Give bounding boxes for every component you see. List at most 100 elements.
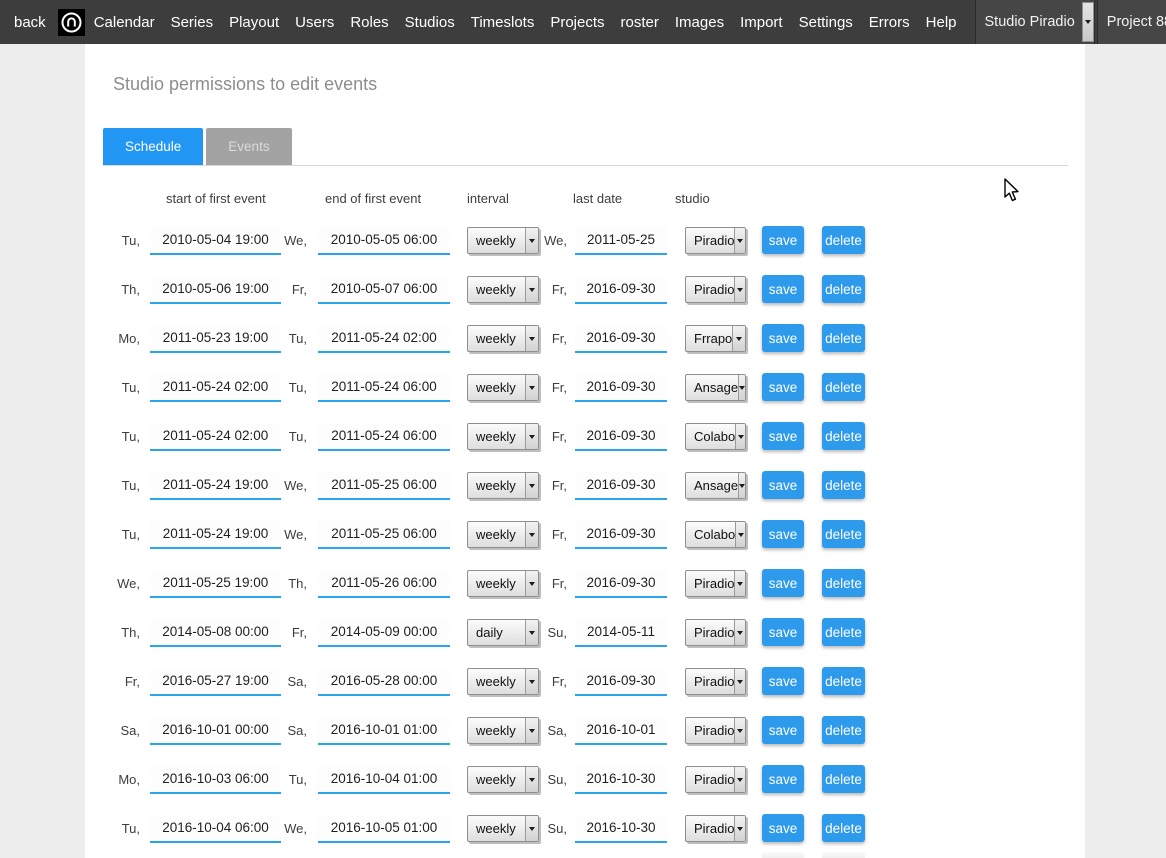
save-button[interactable]: save: [762, 667, 804, 695]
interval-select[interactable]: weekly: [467, 472, 539, 499]
project-dropdown[interactable]: Project 88vier: [1097, 0, 1166, 44]
delete-button[interactable]: delete: [822, 471, 865, 499]
interval-select[interactable]: daily: [467, 619, 539, 646]
delete-button[interactable]: delete: [822, 814, 865, 842]
end-datetime-input[interactable]: [318, 815, 450, 843]
interval-select[interactable]: weekly: [467, 570, 539, 597]
last-date-input[interactable]: [575, 668, 667, 696]
save-button[interactable]: save: [762, 520, 804, 548]
back-link[interactable]: back: [14, 14, 46, 31]
nav-item-timeslots[interactable]: Timeslots: [471, 14, 535, 31]
delete-button[interactable]: delete: [822, 275, 865, 303]
end-datetime-input[interactable]: [318, 374, 450, 402]
end-datetime-input[interactable]: [318, 472, 450, 500]
studio-select[interactable]: Piradio: [685, 276, 746, 303]
delete-button[interactable]: delete: [822, 667, 865, 695]
interval-select[interactable]: weekly: [467, 374, 539, 401]
end-datetime-input[interactable]: [318, 619, 450, 647]
save-button[interactable]: save: [762, 618, 804, 646]
save-button[interactable]: save: [762, 569, 804, 597]
delete-button[interactable]: delete: [822, 373, 865, 401]
nav-item-roster[interactable]: roster: [621, 14, 659, 31]
nav-item-images[interactable]: Images: [675, 14, 724, 31]
save-button[interactable]: save: [762, 716, 804, 744]
studio-select[interactable]: Piradio: [685, 668, 746, 695]
studio-select[interactable]: Piradio: [685, 570, 746, 597]
nav-item-calendar[interactable]: Calendar: [94, 14, 155, 31]
radio-logo-icon[interactable]: [58, 9, 85, 36]
delete-button[interactable]: delete: [822, 618, 865, 646]
save-button[interactable]: save: [762, 275, 804, 303]
interval-select[interactable]: weekly: [467, 521, 539, 548]
studio-select[interactable]: Colabo: [685, 521, 746, 548]
start-datetime-input[interactable]: [150, 766, 281, 794]
interval-select[interactable]: weekly: [467, 668, 539, 695]
save-button[interactable]: save: [762, 373, 804, 401]
nav-item-help[interactable]: Help: [926, 14, 957, 31]
last-date-input[interactable]: [575, 619, 667, 647]
interval-select[interactable]: weekly: [467, 766, 539, 793]
save-button[interactable]: save: [762, 471, 804, 499]
end-datetime-input[interactable]: [318, 766, 450, 794]
studio-select[interactable]: Frrapo: [685, 325, 746, 352]
save-button[interactable]: save: [762, 422, 804, 450]
nav-item-studios[interactable]: Studios: [405, 14, 455, 31]
last-date-input[interactable]: [575, 766, 667, 794]
interval-select[interactable]: weekly: [467, 815, 539, 842]
last-date-input[interactable]: [575, 227, 667, 255]
nav-item-playout[interactable]: Playout: [229, 14, 279, 31]
nav-item-roles[interactable]: Roles: [350, 14, 388, 31]
save-button[interactable]: save: [762, 226, 804, 254]
delete-button[interactable]: delete: [822, 716, 865, 744]
nav-item-projects[interactable]: Projects: [550, 14, 604, 31]
start-datetime-input[interactable]: [150, 815, 281, 843]
start-datetime-input[interactable]: [150, 423, 281, 451]
studio-select[interactable]: Piradio: [685, 815, 746, 842]
delete-button[interactable]: delete: [822, 324, 865, 352]
save-button[interactable]: save: [762, 324, 804, 352]
delete-button[interactable]: delete: [822, 569, 865, 597]
nav-item-series[interactable]: Series: [171, 14, 214, 31]
studio-select[interactable]: Piradio: [685, 717, 746, 744]
start-datetime-input[interactable]: [150, 227, 281, 255]
interval-select[interactable]: weekly: [467, 717, 539, 744]
end-datetime-input[interactable]: [318, 227, 450, 255]
last-date-input[interactable]: [575, 521, 667, 549]
studio-select[interactable]: Piradio: [685, 227, 746, 254]
nav-item-import[interactable]: Import: [740, 14, 783, 31]
nav-item-settings[interactable]: Settings: [799, 14, 853, 31]
start-datetime-input[interactable]: [150, 668, 281, 696]
end-datetime-input[interactable]: [318, 325, 450, 353]
interval-select[interactable]: weekly: [467, 227, 539, 254]
tab-schedule[interactable]: Schedule: [103, 128, 203, 165]
start-datetime-input[interactable]: [150, 521, 281, 549]
last-date-input[interactable]: [575, 472, 667, 500]
last-date-input[interactable]: [575, 423, 667, 451]
studio-select[interactable]: Piradio: [685, 619, 746, 646]
start-datetime-input[interactable]: [150, 276, 281, 304]
start-datetime-input[interactable]: [150, 374, 281, 402]
end-datetime-input[interactable]: [318, 423, 450, 451]
last-date-input[interactable]: [575, 717, 667, 745]
start-datetime-input[interactable]: [150, 325, 281, 353]
last-date-input[interactable]: [575, 374, 667, 402]
nav-item-users[interactable]: Users: [295, 14, 334, 31]
interval-select[interactable]: weekly: [467, 325, 539, 352]
last-date-input[interactable]: [575, 815, 667, 843]
end-datetime-input[interactable]: [318, 570, 450, 598]
save-button[interactable]: save: [762, 814, 804, 842]
start-datetime-input[interactable]: [150, 570, 281, 598]
interval-select[interactable]: weekly: [467, 276, 539, 303]
studio-select[interactable]: Piradio: [685, 766, 746, 793]
last-date-input[interactable]: [575, 276, 667, 304]
tab-events[interactable]: Events: [206, 128, 291, 165]
start-datetime-input[interactable]: [150, 472, 281, 500]
delete-button[interactable]: delete: [822, 422, 865, 450]
end-datetime-input[interactable]: [318, 521, 450, 549]
studio-select[interactable]: Ansage: [685, 472, 746, 499]
end-datetime-input[interactable]: [318, 717, 450, 745]
save-button[interactable]: save: [762, 765, 804, 793]
delete-button[interactable]: delete: [822, 765, 865, 793]
interval-select[interactable]: weekly: [467, 423, 539, 450]
end-datetime-input[interactable]: [318, 276, 450, 304]
